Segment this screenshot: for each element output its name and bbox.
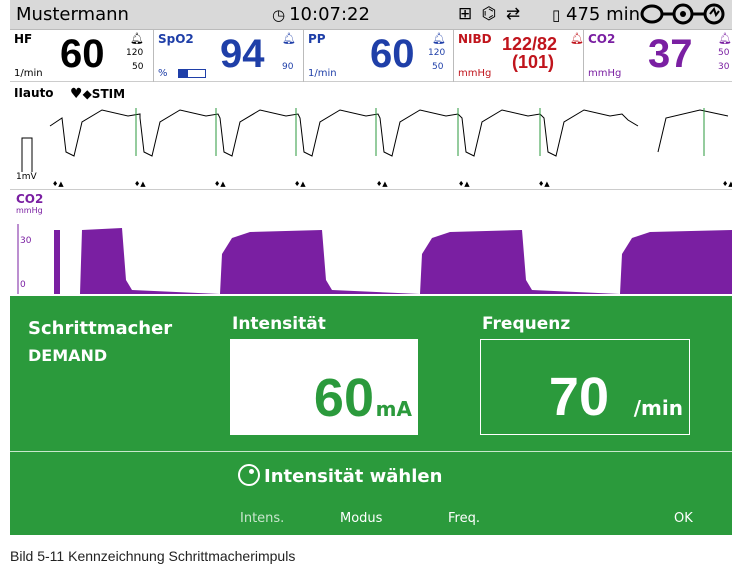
co2-unit: mmHg (588, 68, 622, 79)
pp-lower-limit: 50 (432, 62, 444, 72)
nibd-mean: (101) (512, 52, 555, 72)
param-nibd[interactable]: NIBD 122/82 (101) 🔔︎ mmHg (454, 30, 584, 82)
co2-tick-30: 30 (20, 236, 32, 246)
pp-value: 60 (370, 32, 415, 76)
nibd-label: NIBD (458, 32, 492, 46)
frequency-unit: /min (633, 396, 683, 420)
parameter-bar: HF 60 🔔︎ 120 50 1/min SpO2 94 🔔︎ 90 % PP… (10, 30, 732, 82)
softkey-mode[interactable]: Modus (340, 511, 382, 526)
pacer-marker: ♦▲ (376, 180, 388, 188)
alarm-bell-icon: 🔔︎ (570, 32, 584, 45)
spo2-label: SpO2 (158, 32, 194, 46)
intensity-value: 60 (313, 368, 374, 428)
hf-upper-limit: 120 (126, 48, 144, 58)
co2-value: 37 (648, 32, 693, 76)
alarm-bell-icon: 🔔︎ (282, 32, 296, 45)
calibration-pulse (21, 137, 33, 172)
hf-value: 60 (60, 32, 105, 76)
battery-remaining: 475 min (566, 4, 641, 25)
selection-prompt: Intensität wählen (238, 464, 442, 487)
hf-unit: 1/min (14, 68, 43, 79)
frequency-label: Frequenz (482, 314, 571, 334)
pacer-marker: ♦▲ (214, 180, 226, 188)
param-spo2[interactable]: SpO2 94 🔔︎ 90 % (154, 30, 304, 82)
frequency-field[interactable]: 70 /min (480, 339, 690, 435)
clock-time: 10:07:22 (289, 4, 370, 25)
hf-label: HF (14, 32, 33, 46)
intensity-unit: mA (375, 397, 412, 421)
pacer-mode: DEMAND (28, 346, 108, 365)
monitor-screen: Mustermann ◷ 10:07:22 ⊞ ⌬ ⇄ ▯ 475 min HF … (10, 0, 732, 535)
ecg-trace (49, 109, 729, 157)
ecg-channel[interactable]: IIauto ♥◆STIM ♦▲ ♦▲ ♦▲ ♦▲ ♦▲ ♦▲ ♦▲ ♦▲ 1mV (10, 82, 732, 190)
softkey-intensity[interactable]: Intens. (240, 511, 284, 526)
hf-lower-limit: 50 (132, 62, 144, 72)
figure-caption: Bild 5-11 Kennzeichnung Schrittmacherimp… (10, 548, 296, 564)
co2-label: CO2 (588, 32, 616, 46)
pacer-markers: ♦▲ ♦▲ ♦▲ ♦▲ ♦▲ ♦▲ ♦▲ ♦▲ (52, 180, 732, 188)
softkey-frequency[interactable]: Freq. (448, 511, 480, 526)
connection-icon (640, 3, 725, 25)
pacer-marker: ♦▲ (458, 180, 470, 188)
nibd-unit: mmHg (458, 68, 492, 79)
alarm-bell-icon: 🔔︎ (130, 32, 144, 45)
param-hf[interactable]: HF 60 🔔︎ 120 50 1/min (10, 30, 154, 82)
ecg-scale: 1mV (16, 172, 37, 182)
battery-status: ▯ 475 min (552, 4, 640, 25)
softkey-ok[interactable]: OK (674, 511, 693, 526)
pp-unit: 1/min (308, 68, 337, 79)
spo2-value: 94 (220, 32, 265, 76)
alarm-bell-icon: 🔔︎ (432, 32, 446, 45)
alarm-bell-icon: 🔔︎ (718, 32, 732, 45)
pacer-marker: ♦▲ (294, 180, 306, 188)
clock: ◷ 10:07:22 (272, 4, 370, 25)
intensity-label: Intensität (232, 314, 326, 334)
wireless-icon: ⌬ (481, 4, 499, 24)
co2-channel[interactable]: CO2 mmHg 30 0 (10, 190, 732, 296)
clock-icon: ◷ (272, 6, 286, 24)
transfer-icon: ⇄ (505, 4, 523, 24)
pacer-marker: ♦▲ (52, 180, 64, 188)
prompt-text: Intensität wählen (264, 466, 443, 487)
patient-name[interactable]: Mustermann (16, 4, 129, 25)
frequency-value: 70 (548, 367, 609, 427)
status-icons: ⊞ ⌬ ⇄ (458, 4, 522, 24)
rotary-knob-icon (238, 464, 260, 486)
pacer-panel: Schrittmacher DEMAND Intensität Frequenz… (10, 296, 732, 535)
pacer-title: Schrittmacher (28, 318, 173, 339)
divider (10, 451, 732, 452)
pp-label: PP (308, 32, 326, 46)
param-pp[interactable]: PP 60 🔔︎ 120 50 1/min (304, 30, 454, 82)
status-bar: Mustermann ◷ 10:07:22 ⊞ ⌬ ⇄ ▯ 475 min (10, 0, 732, 30)
ecg-lead-icon: ⊞ (458, 4, 475, 24)
spo2-lower-limit: 90 (282, 62, 294, 72)
pacer-marker: ♦▲ (722, 180, 732, 188)
co2-waveform (17, 224, 732, 294)
intensity-field[interactable]: 60 mA (230, 339, 418, 435)
battery-icon: ▯ (552, 6, 561, 24)
param-co2[interactable]: CO2 37 🔔︎ 50 30 mmHg (584, 30, 732, 82)
spo2-unit: % (158, 68, 168, 79)
pacer-marker: ♦▲ (538, 180, 550, 188)
pp-upper-limit: 120 (428, 48, 446, 58)
co2-trace (54, 228, 732, 294)
co2-lower-limit: 30 (718, 62, 730, 72)
co2-tick-0: 0 (20, 280, 26, 290)
co2-upper-limit: 50 (718, 48, 730, 58)
ecg-waveform: ♦▲ ♦▲ ♦▲ ♦▲ ♦▲ ♦▲ ♦▲ ♦▲ (21, 108, 732, 188)
pacer-marker: ♦▲ (134, 180, 146, 188)
signal-quality-bar (178, 69, 206, 78)
signal-quality-fill (179, 70, 189, 77)
